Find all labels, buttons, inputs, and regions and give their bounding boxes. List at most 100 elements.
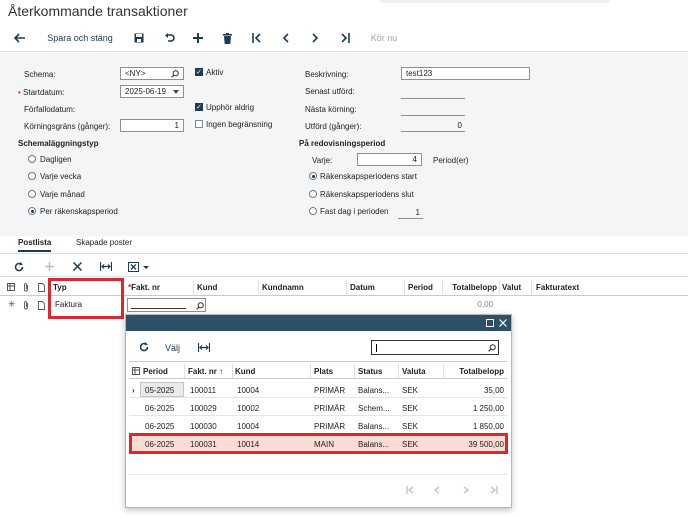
pcol-valuta[interactable]: Valuta	[402, 367, 426, 376]
popup-last-page-icon[interactable]	[489, 485, 499, 495]
radio-monthly[interactable]	[28, 190, 36, 198]
radio-monthly-label: Varje månad	[40, 190, 85, 199]
note-icon	[38, 283, 45, 294]
radio-daily[interactable]	[28, 155, 36, 163]
every-field[interactable]: 4	[357, 153, 422, 166]
pcol-totalbelopp[interactable]: Totalbelopp	[447, 367, 504, 376]
arrow-left-icon[interactable]	[10, 24, 30, 52]
radio-fiscal-period[interactable]	[28, 207, 36, 215]
invoice-lookup-popup: Välj Period Fakt. nr ↑ Kund Plats Status…	[125, 314, 512, 508]
never-expires-label: Upphör aldrig	[206, 103, 255, 112]
popup-row[interactable]: 06-2025 100029 10002 PRIMÄR Schem... SEK…	[129, 399, 507, 416]
search-icon	[171, 69, 179, 78]
lookup-search-icon	[196, 302, 204, 310]
radio-fixed-day[interactable]	[309, 207, 317, 215]
radio-period-start[interactable]	[309, 172, 317, 180]
highlight-typ-box	[48, 278, 124, 319]
next-record-icon[interactable]	[306, 24, 324, 52]
refresh-icon[interactable]	[13, 261, 25, 272]
popup-grid-settings-icon[interactable]	[132, 367, 140, 375]
popup-refresh-icon[interactable]	[138, 341, 150, 353]
pcol-status[interactable]: Status	[358, 367, 382, 376]
trash-icon[interactable]	[218, 24, 236, 52]
select-button[interactable]: Välj	[165, 343, 180, 353]
popup-first-page-icon[interactable]	[405, 485, 415, 495]
pcol-period[interactable]: Period	[143, 367, 168, 376]
col-datum[interactable]: Datum	[350, 283, 375, 292]
no-limit-label: Ingen begränsning	[206, 120, 273, 129]
fit-columns-icon[interactable]	[99, 261, 113, 272]
radio-fiscal-period-label: Per räkenskapsperiod	[40, 207, 118, 216]
export-menu-icon[interactable]	[127, 261, 151, 272]
row-attachment-icon[interactable]	[23, 301, 29, 312]
col-kundnamn[interactable]: Kundnamn	[262, 283, 304, 292]
previous-record-icon[interactable]	[277, 24, 295, 52]
active-label: Aktiv	[206, 68, 224, 77]
tab-bar: Postlista Skapade poster	[0, 236, 688, 254]
pcol-fakt-nr[interactable]: Fakt. nr ↑	[188, 367, 223, 376]
save-close-button[interactable]: Spara och stäng	[40, 24, 120, 52]
first-record-icon[interactable]	[248, 24, 266, 52]
radio-weekly[interactable]	[28, 172, 36, 180]
col-valuta[interactable]: Valut	[502, 283, 521, 292]
radio-weekly-label: Varje vecka	[40, 172, 82, 181]
run-now-button[interactable]: Kör nu	[362, 24, 406, 52]
radio-daily-label: Dagligen	[40, 155, 72, 164]
attachment-icon	[23, 283, 29, 294]
period-unit-label: Period(er)	[433, 156, 469, 165]
chevron-down-icon	[173, 89, 179, 94]
radio-period-end[interactable]	[309, 190, 317, 198]
active-row-indicator-icon: ›	[132, 386, 135, 395]
never-expires-checkbox[interactable]: ✓	[195, 103, 203, 111]
executed-label: Utförd (gånger):	[305, 122, 362, 131]
last-run-label: Senast utförd:	[305, 87, 355, 96]
grid-settings-icon[interactable]	[7, 283, 15, 293]
highlight-row-box	[129, 433, 508, 454]
executed-field: 0	[401, 119, 465, 132]
grid-delete-icon[interactable]	[71, 261, 83, 272]
popup-row[interactable]: 06-2025 100030 10004 PRIMÄR Balans... SE…	[129, 417, 507, 434]
col-period[interactable]: Period	[408, 283, 433, 292]
description-field[interactable]: test123	[401, 67, 530, 80]
popup-search-input[interactable]	[371, 340, 499, 355]
fixed-day-field[interactable]: 1	[398, 206, 423, 219]
fakt-nr-selector[interactable]	[127, 298, 206, 312]
add-icon[interactable]	[189, 24, 207, 52]
grid-add-icon[interactable]	[43, 261, 55, 272]
schema-value: <NY>	[125, 69, 146, 78]
save-icon[interactable]	[130, 24, 148, 52]
col-totalbelopp[interactable]: Totalbelopp	[446, 283, 497, 292]
popup-fit-columns-icon[interactable]	[197, 342, 211, 352]
top-shadow	[380, 0, 610, 3]
next-run-field	[401, 103, 465, 116]
popup-next-page-icon[interactable]	[461, 485, 471, 495]
startdate-value: 2025-06-19	[125, 87, 166, 96]
run-limit-field[interactable]: 1	[120, 119, 184, 132]
last-run-field	[401, 86, 465, 99]
close-icon[interactable]	[499, 319, 507, 327]
fiscal-period-heading: På redovisningsperiod	[299, 139, 386, 148]
tab-postlista[interactable]: Postlista	[18, 238, 52, 252]
popup-row[interactable]: › 05-2025 100011 10004 PRIMÄR Balans... …	[129, 381, 507, 398]
undo-icon[interactable]	[160, 24, 178, 52]
maximize-icon[interactable]	[486, 319, 494, 327]
last-record-icon[interactable]	[336, 24, 354, 52]
popup-titlebar	[126, 315, 511, 331]
schema-selector[interactable]: <NY>	[120, 67, 184, 80]
next-run-label: Nästa körning:	[305, 105, 357, 114]
page-title: Återkommande transaktioner	[8, 3, 188, 19]
pcol-kund[interactable]: Kund	[235, 367, 255, 376]
col-fakturatext[interactable]: Fakturatext	[536, 283, 579, 292]
pcol-plats[interactable]: Plats	[314, 367, 333, 376]
col-kund[interactable]: Kund	[197, 283, 217, 292]
active-checkbox[interactable]: ✓	[195, 68, 203, 76]
tab-skapade-poster[interactable]: Skapade poster	[76, 238, 132, 247]
popup-grid-header: Period Fakt. nr ↑ Kund Plats Status Valu…	[129, 361, 507, 379]
row-note-icon[interactable]	[38, 301, 45, 312]
startdate-field[interactable]: 2025-06-19	[120, 85, 184, 98]
popup-prev-page-icon[interactable]	[432, 485, 442, 495]
col-fakt-nr[interactable]: *Fakt. nr	[128, 283, 160, 292]
cell-totalbelopp: 0,00	[477, 300, 493, 309]
no-limit-checkbox[interactable]	[195, 120, 203, 128]
radio-period-start-label: Räkenskapsperiodens start	[320, 172, 417, 181]
